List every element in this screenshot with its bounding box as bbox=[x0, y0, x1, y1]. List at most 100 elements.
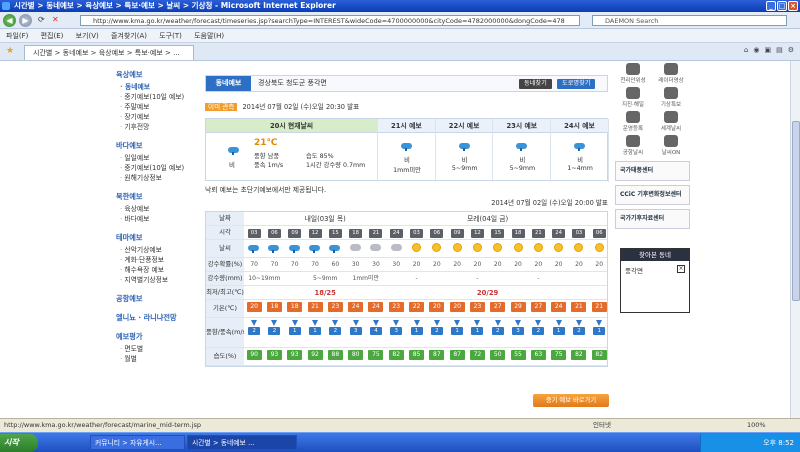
wind-cell: 3 bbox=[508, 318, 528, 336]
sidebar-item[interactable]: 육상예보 bbox=[120, 204, 200, 214]
wind-arrow-icon bbox=[596, 320, 603, 326]
wind-row-header: 풍향/풍속(m/s) bbox=[206, 318, 244, 347]
search-input[interactable]: DAEMON Search bbox=[592, 15, 787, 26]
short-forecast-rain: 1~4mm bbox=[567, 165, 593, 172]
wind-cell: 2 bbox=[528, 318, 548, 336]
find-road-button[interactable]: 도로명찾기 bbox=[557, 79, 596, 89]
sidebar-item[interactable]: 중기예보(10일 예보) bbox=[120, 92, 200, 102]
menu-help[interactable]: 도움말(H) bbox=[194, 32, 224, 40]
sky-cell bbox=[569, 240, 589, 257]
typhoon-center-banner[interactable]: 국가태풍센터 bbox=[615, 161, 690, 181]
visited-dong-item[interactable]: 풍각면 × bbox=[621, 261, 689, 279]
task-kma[interactable]: 시간별 > 동네예보 ... bbox=[187, 435, 297, 450]
hour-cell: 15 bbox=[488, 226, 508, 239]
close-button[interactable]: × bbox=[788, 1, 798, 11]
sidebar-item[interactable]: 월별 bbox=[120, 354, 200, 364]
wind-arrow-icon bbox=[433, 320, 440, 326]
task-community[interactable]: 커뮤니티 > 자유게시... bbox=[90, 435, 185, 450]
page-content: 육상예보동네예보중기예보(10일 예보)주말예보장기예보기후전망바다예보일일예보… bbox=[0, 61, 790, 418]
sidebar-item[interactable]: 주말예보 bbox=[120, 102, 200, 112]
wind-cell: 1 bbox=[447, 318, 467, 336]
hour-cell: 18 bbox=[346, 226, 366, 239]
mid-term-forecast-button[interactable]: 중기 예보 바로가기 bbox=[533, 394, 609, 407]
sidebar-heading[interactable]: 바다예보 bbox=[116, 141, 200, 151]
short-forecast-col: 21시 예보 비 1mm미만 bbox=[378, 119, 436, 182]
hum-cell: 93 bbox=[264, 348, 284, 361]
menu-favorites[interactable]: 즐겨찾기(A) bbox=[111, 32, 147, 40]
quick-link-label: 세계날씨 bbox=[660, 126, 682, 132]
quick-link[interactable]: 공항날씨 bbox=[615, 135, 651, 156]
sidebar-item[interactable]: 바다예보 bbox=[120, 214, 200, 224]
climate-data-banner[interactable]: 국가기후자료센터 bbox=[615, 209, 690, 229]
forward-button[interactable]: ▶ bbox=[19, 14, 32, 27]
sidebar-item[interactable]: 일일예보 bbox=[120, 153, 200, 163]
sidebar-heading[interactable]: 북한예보 bbox=[116, 192, 200, 202]
sidebar-item[interactable]: 중기예보(10일 예보) bbox=[120, 163, 200, 173]
quick-link[interactable]: 천리안위성 bbox=[615, 63, 651, 84]
sidebar-heading[interactable]: 테마예보 bbox=[116, 233, 200, 243]
temp-badge: 18 bbox=[266, 302, 282, 312]
sidebar-item[interactable]: 기후전망 bbox=[120, 122, 200, 132]
menu-file[interactable]: 파일(F) bbox=[6, 32, 28, 40]
sidebar-item[interactable]: 장기예보 bbox=[120, 112, 200, 122]
page-icon[interactable]: ▤ bbox=[776, 46, 783, 54]
tab-current[interactable]: 시간별 > 동네예보 > 육상예보 > 특보·예보 > ... bbox=[24, 45, 194, 60]
zoom-level[interactable]: 100% bbox=[747, 419, 766, 432]
refresh-icon[interactable]: ⟳ bbox=[38, 15, 45, 24]
quick-link[interactable]: 지진·해일 bbox=[615, 87, 651, 108]
menu-view[interactable]: 보기(V) bbox=[76, 32, 99, 40]
rain-icon bbox=[574, 141, 586, 151]
tools-icon[interactable]: ⚙ bbox=[788, 46, 794, 54]
sidebar-item[interactable]: 면도별 bbox=[120, 344, 200, 354]
sidebar-heading[interactable]: 엘니뇨 · 라니냐전망 bbox=[116, 313, 200, 323]
feed-icon[interactable]: ◉ bbox=[753, 46, 759, 54]
stop-icon[interactable]: ✕ bbox=[52, 15, 59, 24]
sidebar-item[interactable]: 동네예보 bbox=[120, 82, 200, 92]
sidebar-item[interactable]: 산악기상예보 bbox=[120, 245, 200, 255]
humidity-badge: 82 bbox=[591, 350, 607, 360]
minimize-button[interactable]: _ bbox=[766, 1, 776, 11]
rain-row-header: 강수량(mm) bbox=[206, 272, 244, 285]
wind-speed-badge: 4 bbox=[369, 327, 382, 335]
start-button[interactable]: 시작 bbox=[0, 434, 38, 452]
quick-link[interactable]: 레이더영상 bbox=[653, 63, 689, 84]
sidebar-heading[interactable]: 육상예보 bbox=[116, 70, 200, 80]
remove-icon[interactable]: × bbox=[677, 265, 685, 273]
sidebar-item[interactable]: 원해기상정보 bbox=[120, 173, 200, 183]
climate-center-banner[interactable]: CCiC 기후변화정보센터 bbox=[615, 185, 690, 205]
hum-cell: 50 bbox=[488, 348, 508, 361]
print-icon[interactable]: ▣ bbox=[764, 46, 771, 54]
short-forecast-rain: 1mm미만 bbox=[393, 167, 421, 174]
pop-cell: 20 bbox=[534, 261, 543, 268]
scroll-thumb[interactable] bbox=[792, 121, 800, 301]
wind-speed-badge: 1 bbox=[593, 327, 606, 335]
quick-link[interactable]: 기상특보 bbox=[653, 87, 689, 108]
maximize-button[interactable]: □ bbox=[777, 1, 787, 11]
sky-cell bbox=[386, 240, 406, 256]
page-scrollbar[interactable] bbox=[790, 61, 800, 418]
quick-link-label: 날씨ON bbox=[661, 150, 681, 156]
short-forecast-weather: 비 bbox=[461, 157, 468, 164]
url-input[interactable]: http://www.kma.go.kr/weather/forecast/ti… bbox=[80, 15, 580, 26]
sidebar-item[interactable]: 해수욕장 예보 bbox=[120, 265, 200, 275]
sidebar-item[interactable]: 지역별기상정보 bbox=[120, 275, 200, 285]
quick-link[interactable]: 세계날씨 bbox=[653, 111, 689, 132]
quick-link[interactable]: 날씨ON bbox=[653, 135, 689, 156]
favorites-star-icon[interactable]: ★ bbox=[6, 46, 14, 56]
temp-cell: 21 bbox=[589, 300, 609, 313]
back-button[interactable]: ◀ bbox=[3, 14, 16, 27]
home-icon[interactable]: ⌂ bbox=[744, 46, 748, 54]
menu-tools[interactable]: 도구(T) bbox=[159, 32, 182, 40]
quick-link[interactable]: 운영등록 bbox=[615, 111, 651, 132]
find-dong-button[interactable]: 동네찾기 bbox=[519, 79, 552, 89]
sidebar-item[interactable]: 계화·단풍정보 bbox=[120, 255, 200, 265]
sky-cell bbox=[305, 240, 325, 258]
sidebar-heading[interactable]: 공항예보 bbox=[116, 294, 200, 304]
wind-cell: 2 bbox=[488, 318, 508, 336]
sidebar-heading[interactable]: 예보평가 bbox=[116, 332, 200, 342]
pop-cell: 20 bbox=[575, 261, 583, 268]
menu-edit[interactable]: 편집(E) bbox=[41, 32, 64, 40]
rain-icon bbox=[329, 243, 341, 253]
current-weather: 20시 현재날씨 비 21℃ 풍향 남풍 풍속 1m/s 습도 85% 1시간 … bbox=[206, 119, 378, 182]
wind-arrow-icon bbox=[352, 320, 359, 326]
